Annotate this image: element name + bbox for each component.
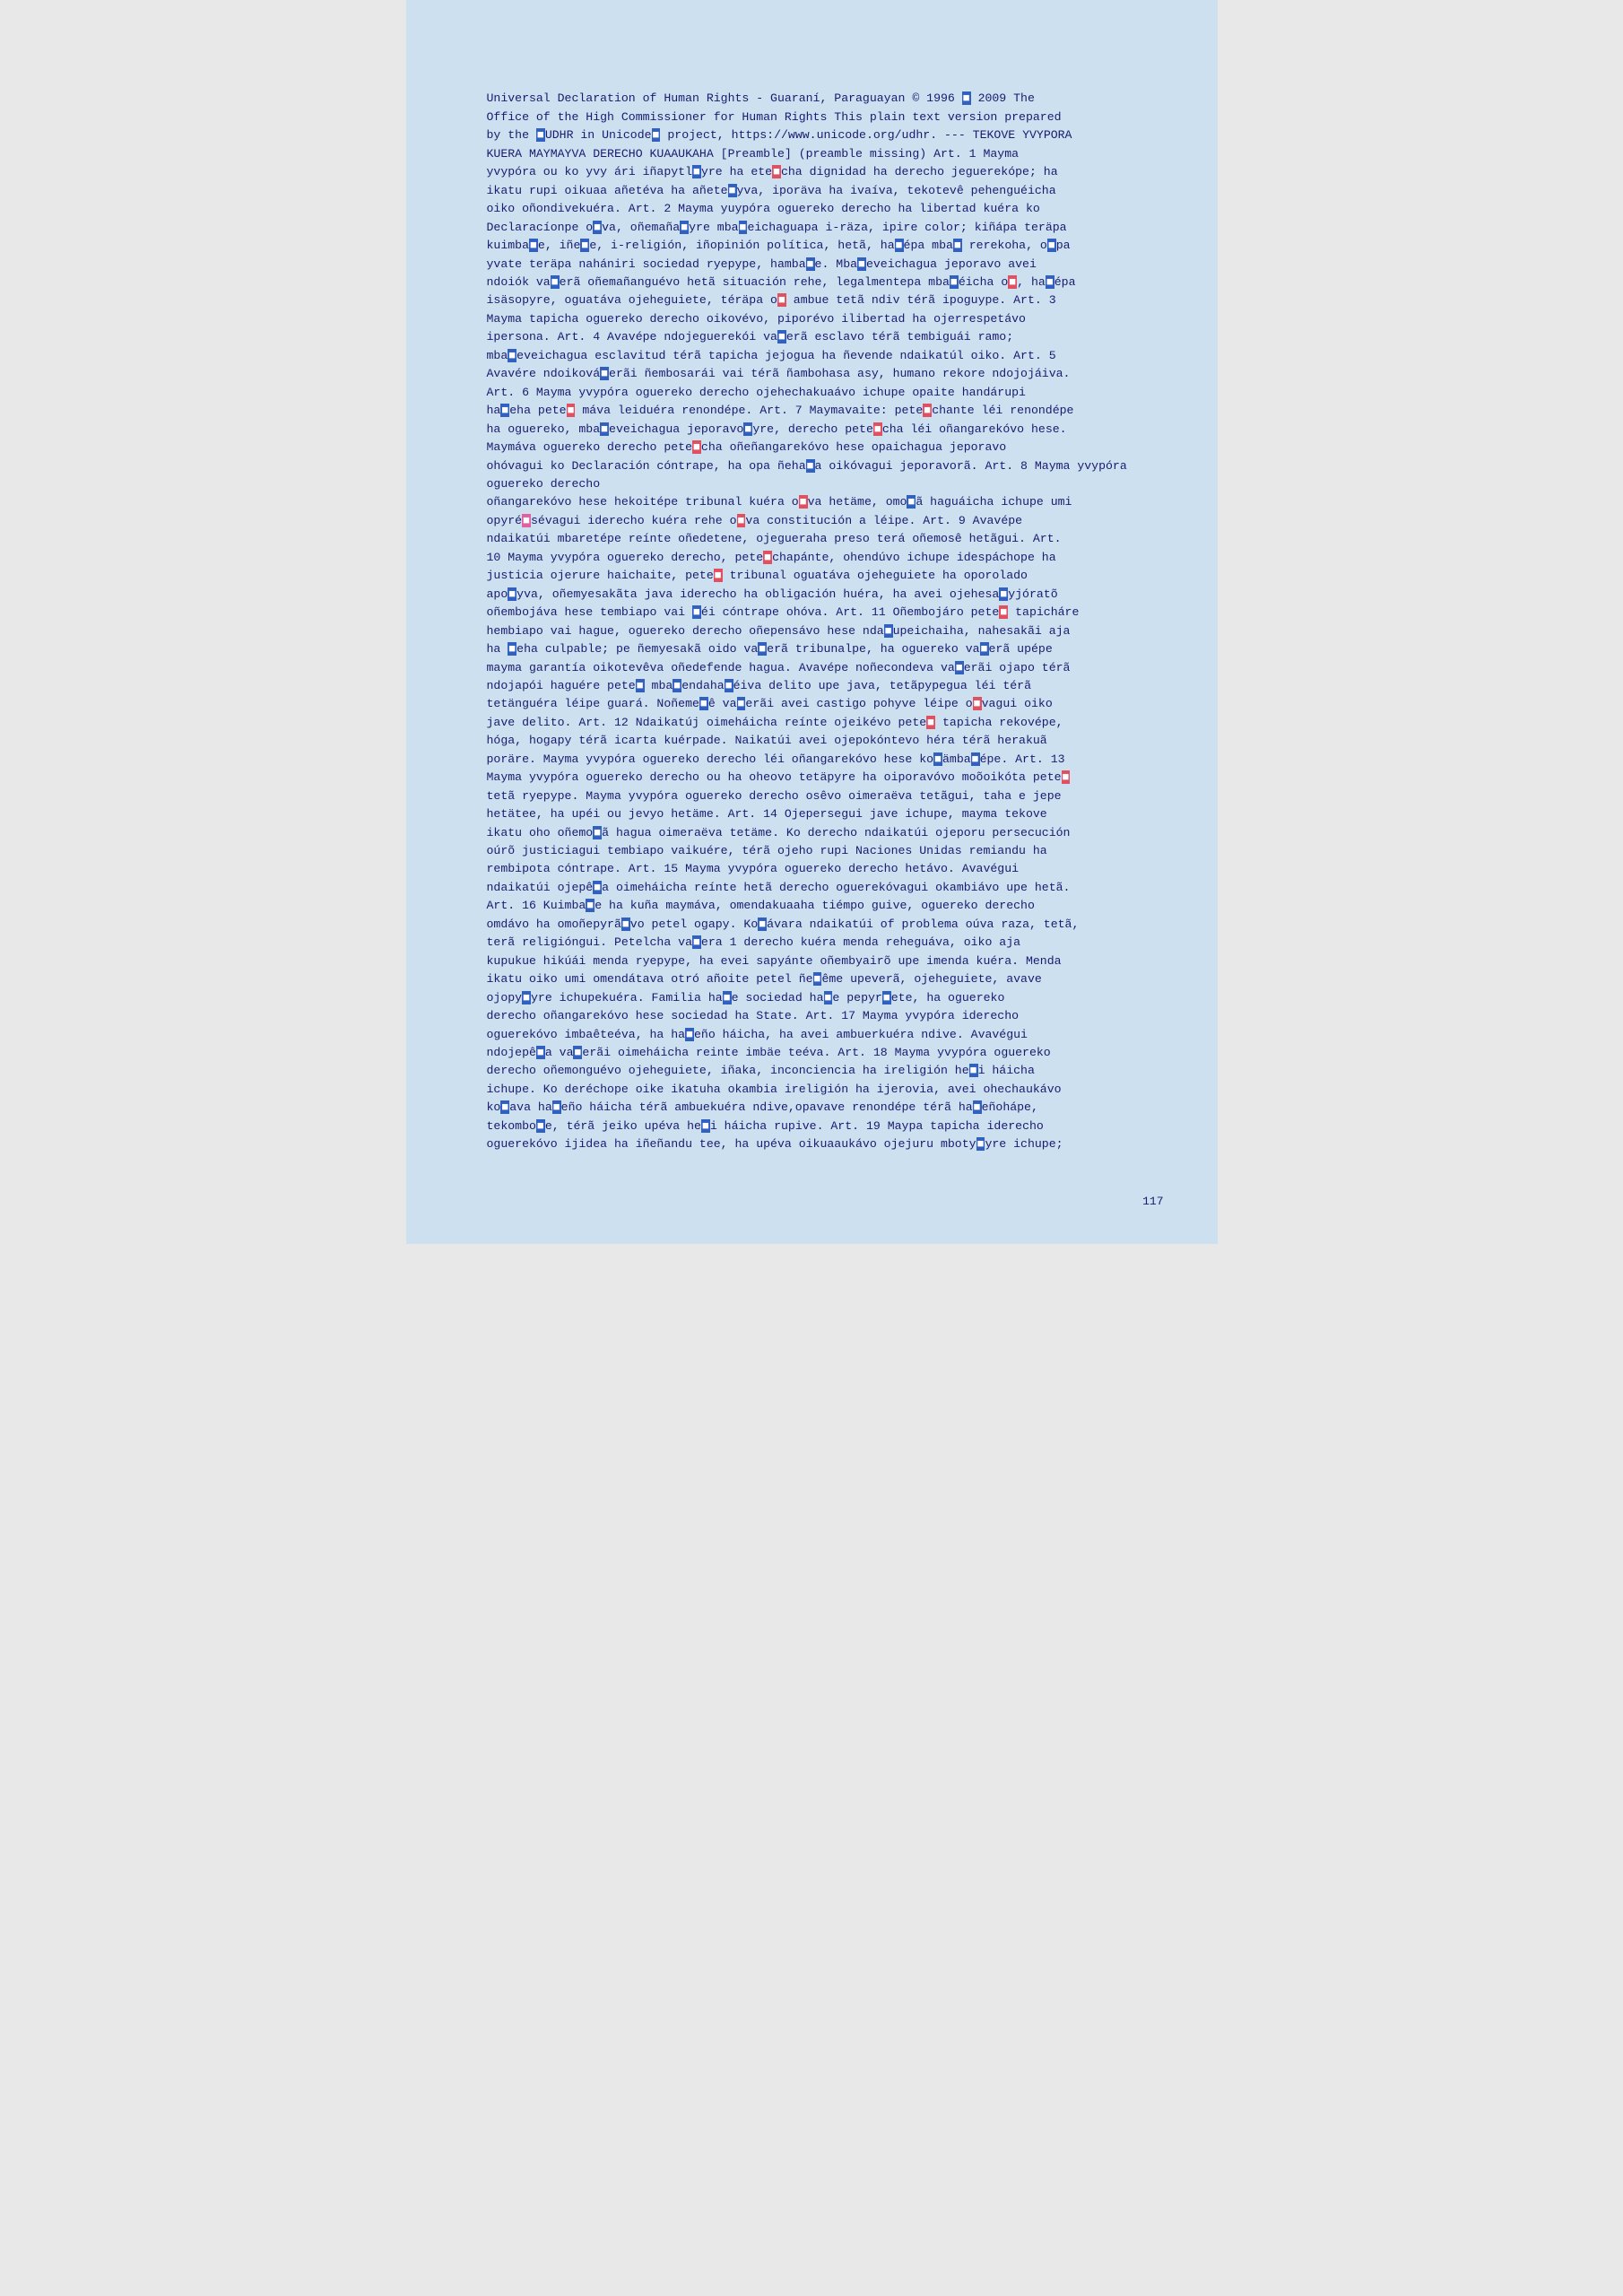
highlight-29: ■ — [743, 422, 752, 436]
highlight-73: ■ — [500, 1100, 509, 1114]
highlight-45: ■ — [758, 642, 767, 656]
highlight-44: ■ — [508, 642, 516, 656]
page: Universal Declaration of Human Rights - … — [406, 0, 1218, 1244]
highlight-42: ■ — [999, 605, 1008, 619]
highlight-77: ■ — [701, 1119, 710, 1133]
highlight-28: ■ — [600, 422, 609, 436]
highlight-18: ■ — [950, 275, 959, 289]
highlight-3: ■ — [652, 128, 661, 142]
highlight-63: ■ — [692, 935, 701, 949]
highlight-8: ■ — [680, 221, 689, 234]
highlight-50: ■ — [725, 679, 733, 692]
highlight-20: ■ — [1046, 275, 1055, 289]
highlight-75: ■ — [973, 1100, 982, 1114]
highlight-4: ■ — [692, 165, 701, 178]
highlight-38: ■ — [714, 569, 723, 582]
highlight-37: ■ — [763, 551, 772, 564]
highlight-26: ■ — [567, 404, 576, 417]
highlight-1: ■ — [962, 91, 971, 105]
main-text: Universal Declaration of Human Rights - … — [487, 72, 1137, 1172]
highlight-53: ■ — [973, 697, 982, 710]
highlight-17: ■ — [551, 275, 560, 289]
highlight-12: ■ — [895, 239, 904, 252]
highlight-76: ■ — [536, 1119, 545, 1133]
highlight-35: ■ — [522, 514, 531, 527]
highlight-7: ■ — [593, 221, 602, 234]
highlight-15: ■ — [806, 257, 815, 271]
highlight-32: ■ — [806, 459, 815, 473]
highlight-11: ■ — [580, 239, 589, 252]
highlight-51: ■ — [699, 697, 708, 710]
highlight-55: ■ — [933, 752, 942, 766]
highlight-10: ■ — [529, 239, 538, 252]
highlight-27: ■ — [923, 404, 932, 417]
highlight-69: ■ — [685, 1028, 694, 1041]
highlight-19: ■ — [1008, 275, 1017, 289]
highlight-62: ■ — [758, 918, 767, 931]
highlight-39: ■ — [508, 587, 516, 601]
highlight-54: ■ — [926, 716, 935, 729]
the-word: The — [1013, 91, 1035, 105]
highlight-31: ■ — [692, 440, 701, 454]
highlight-43: ■ — [884, 624, 893, 638]
highlight-21: ■ — [777, 293, 786, 307]
highlight-49: ■ — [673, 679, 681, 692]
highlight-16: ■ — [857, 257, 866, 271]
highlight-6: ■ — [728, 184, 737, 197]
highlight-67: ■ — [824, 991, 833, 1004]
highlight-74: ■ — [552, 1100, 561, 1114]
highlight-36: ■ — [737, 514, 746, 527]
highlight-70: ■ — [536, 1046, 545, 1059]
highlight-2: ■ — [536, 128, 545, 142]
highlight-24: ■ — [600, 367, 609, 380]
highlight-33: ■ — [799, 495, 808, 509]
highlight-40: ■ — [999, 587, 1008, 601]
highlight-61: ■ — [621, 918, 630, 931]
highlight-23: ■ — [508, 349, 516, 362]
highlight-41: ■ — [692, 605, 701, 619]
highlight-22: ■ — [777, 330, 786, 344]
highlight-58: ■ — [593, 826, 602, 839]
highlight-60: ■ — [586, 899, 595, 912]
highlight-47: ■ — [955, 661, 964, 674]
highlight-71: ■ — [573, 1046, 582, 1059]
highlight-13: ■ — [953, 239, 962, 252]
highlight-30: ■ — [873, 422, 882, 436]
highlight-57: ■ — [1062, 770, 1071, 784]
highlight-68: ■ — [882, 991, 891, 1004]
text-line-1: Universal Declaration of Human Rights - … — [487, 91, 1134, 1151]
highlight-59: ■ — [593, 881, 602, 894]
highlight-34: ■ — [907, 495, 916, 509]
highlight-46: ■ — [980, 642, 989, 656]
highlight-48: ■ — [636, 679, 645, 692]
highlight-9: ■ — [739, 221, 748, 234]
highlight-52: ■ — [737, 697, 746, 710]
highlight-72: ■ — [969, 1064, 978, 1077]
highlight-78: ■ — [976, 1137, 985, 1151]
page-number: 117 — [1142, 1195, 1163, 1208]
highlight-14: ■ — [1047, 239, 1056, 252]
highlight-25: ■ — [500, 404, 509, 417]
highlight-66: ■ — [723, 991, 732, 1004]
highlight-64: ■ — [813, 972, 822, 986]
highlight-65: ■ — [522, 991, 531, 1004]
highlight-5: ■ — [772, 165, 781, 178]
highlight-56: ■ — [971, 752, 980, 766]
